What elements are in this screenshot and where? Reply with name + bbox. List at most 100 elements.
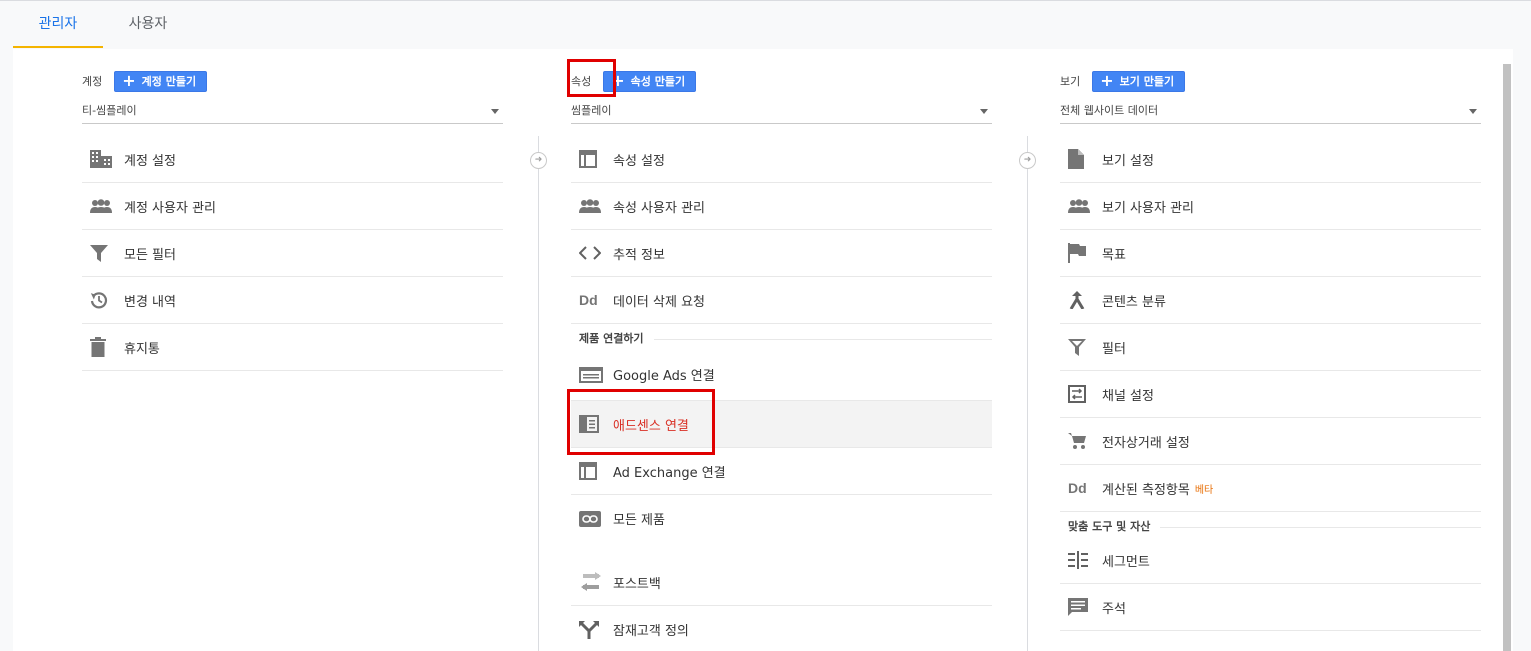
dd-icon: Dd [1068, 480, 1087, 496]
view-label: 보기 [1060, 75, 1081, 88]
window-icon [571, 462, 613, 480]
swap-icon [571, 572, 613, 592]
view-menu: 보기 설정 보기 사용자 관리 목표 콘텐츠 분류 필터 채널 설정 전자상거래… [1060, 136, 1481, 631]
google-ads-link-label: Google Ads 연결 [613, 369, 715, 384]
account-selector[interactable]: 티-씸플레이 [82, 100, 503, 124]
create-property-label: 속성 만들기 [630, 75, 686, 88]
building-icon [82, 150, 124, 168]
view-selected-value: 전체 웹사이트 데이터 [1060, 104, 1159, 117]
account-selected-value: 티-씸플레이 [82, 104, 137, 117]
beta-badge: 베타 [1194, 484, 1214, 496]
content-grouping-item[interactable]: 콘텐츠 분류 [1060, 277, 1481, 324]
view-user-management-item[interactable]: 보기 사용자 관리 [1060, 183, 1481, 230]
account-column: 계정 + 계정 만들기 티-씸플레이 계정 설정 계정 사용자 관리 모든 필터… [82, 49, 503, 651]
dropdown-caret-icon [1469, 109, 1477, 114]
change-history-item[interactable]: 변경 내역 [82, 277, 503, 324]
view-settings-item[interactable]: 보기 설정 [1060, 136, 1481, 183]
section-rule [1160, 527, 1481, 528]
create-property-button[interactable]: + 속성 만들기 [603, 70, 697, 92]
flag-icon [1060, 243, 1102, 263]
property-highlight-box [567, 59, 616, 97]
ecommerce-settings-label: 전자상거래 설정 [1102, 435, 1190, 451]
section-rule [653, 339, 992, 340]
admin-panel: 계정 + 계정 만들기 티-씸플레이 계정 설정 계정 사용자 관리 모든 필터… [13, 49, 1513, 651]
annotations-item[interactable]: 주석 [1060, 584, 1481, 631]
segments-label: 세그먼트 [1102, 554, 1150, 570]
channel-icon [1060, 385, 1102, 403]
merge-icon [1060, 291, 1102, 309]
view-filters-item[interactable]: 필터 [1060, 324, 1481, 371]
postbacks-label: 포스트백 [613, 576, 661, 592]
all-products-item[interactable]: 모든 제품 [571, 495, 992, 542]
calculated-metrics-label: 계산된 측정항목 [1102, 482, 1190, 498]
calculated-metrics-item[interactable]: Dd 계산된 측정항목 베타 [1060, 465, 1481, 512]
view-column: 보기 + 보기 만들기 전체 웹사이트 데이터 보기 설정 보기 사용자 관리 [1060, 49, 1481, 651]
account-user-management-label: 계정 사용자 관리 [124, 200, 216, 216]
admin-tabs: 관리자 사용자 [13, 0, 193, 48]
account-header: 계정 + 계정 만들기 [82, 70, 208, 92]
all-products-label: 모든 제품 [613, 513, 665, 528]
view-user-management-label: 보기 사용자 관리 [1102, 200, 1194, 216]
custom-tools-heading: 맞춤 도구 및 자산 [1068, 520, 1151, 533]
people-icon [82, 199, 124, 213]
fork-icon [571, 620, 613, 639]
scrollbar-thumb[interactable] [1503, 64, 1511, 651]
ad-exchange-link-item[interactable]: Ad Exchange 연결 [571, 448, 992, 495]
filter-icon [82, 244, 124, 262]
dropdown-caret-icon [980, 109, 988, 114]
tracking-info-item[interactable]: 추적 정보 [571, 230, 992, 277]
view-selector[interactable]: 전체 웹사이트 데이터 [1060, 100, 1481, 124]
data-deletion-requests-label: 데이터 삭제 요청 [613, 294, 705, 310]
adsense-highlight-box [567, 389, 715, 455]
dropdown-caret-icon [491, 109, 499, 114]
audience-definitions-item[interactable]: 잠재고객 정의 [571, 606, 992, 651]
account-settings-label: 계정 설정 [124, 153, 176, 169]
dd-icon: Dd [579, 292, 598, 308]
data-deletion-requests-item[interactable]: Dd 데이터 삭제 요청 [571, 277, 992, 324]
content-grouping-label: 콘텐츠 분류 [1102, 294, 1166, 310]
segments-item[interactable]: 세그먼트 [1060, 537, 1481, 584]
filter-icon [1060, 338, 1102, 356]
people-icon [1060, 199, 1102, 213]
product-linking-heading: 제품 연결하기 [579, 332, 644, 345]
column-divider [538, 136, 539, 651]
tracking-info-label: 추적 정보 [613, 247, 665, 263]
ad-exchange-link-label: Ad Exchange 연결 [613, 465, 726, 481]
account-settings-item[interactable]: 계정 설정 [82, 136, 503, 183]
plus-icon: + [1100, 71, 1114, 90]
ads-icon [571, 366, 613, 383]
property-user-management-label: 속성 사용자 관리 [613, 200, 705, 216]
ecommerce-settings-item[interactable]: 전자상거래 설정 [1060, 418, 1481, 465]
top-divider [0, 0, 1531, 1]
property-column: 속성 + 속성 만들기 씸플레이 속성 설정 속성 사용자 관리 추적 정보 D… [567, 49, 992, 651]
create-view-button[interactable]: + 보기 만들기 [1092, 70, 1186, 92]
channel-settings-label: 채널 설정 [1102, 388, 1154, 404]
account-user-management-item[interactable]: 계정 사용자 관리 [82, 183, 503, 230]
goals-label: 목표 [1102, 247, 1126, 263]
account-menu: 계정 설정 계정 사용자 관리 모든 필터 변경 내역 휴지통 [82, 136, 503, 371]
all-filters-item[interactable]: 모든 필터 [82, 230, 503, 277]
segment-icon [1060, 551, 1102, 569]
link-icon [571, 510, 613, 527]
change-history-label: 변경 내역 [124, 294, 176, 310]
account-label: 계정 [82, 75, 103, 88]
tab-admin[interactable]: 관리자 [13, 0, 103, 48]
create-account-button[interactable]: + 계정 만들기 [114, 70, 208, 92]
comment-icon [1060, 598, 1102, 616]
file-icon [1060, 149, 1102, 169]
property-user-management-item[interactable]: 속성 사용자 관리 [571, 183, 992, 230]
history-icon [82, 291, 124, 309]
tab-user[interactable]: 사용자 [103, 0, 193, 48]
channel-settings-item[interactable]: 채널 설정 [1060, 371, 1481, 418]
annotations-label: 주석 [1102, 601, 1126, 617]
trash-icon [82, 337, 124, 357]
custom-tools-section: 맞춤 도구 및 자산 [1060, 512, 1481, 537]
property-settings-label: 속성 설정 [613, 153, 665, 169]
postbacks-item[interactable]: 포스트백 [571, 559, 992, 606]
property-settings-item[interactable]: 속성 설정 [571, 136, 992, 183]
trash-item[interactable]: 휴지통 [82, 324, 503, 371]
goals-item[interactable]: 목표 [1060, 230, 1481, 277]
trash-label: 휴지통 [124, 341, 160, 357]
property-selector[interactable]: 씸플레이 [571, 100, 992, 124]
